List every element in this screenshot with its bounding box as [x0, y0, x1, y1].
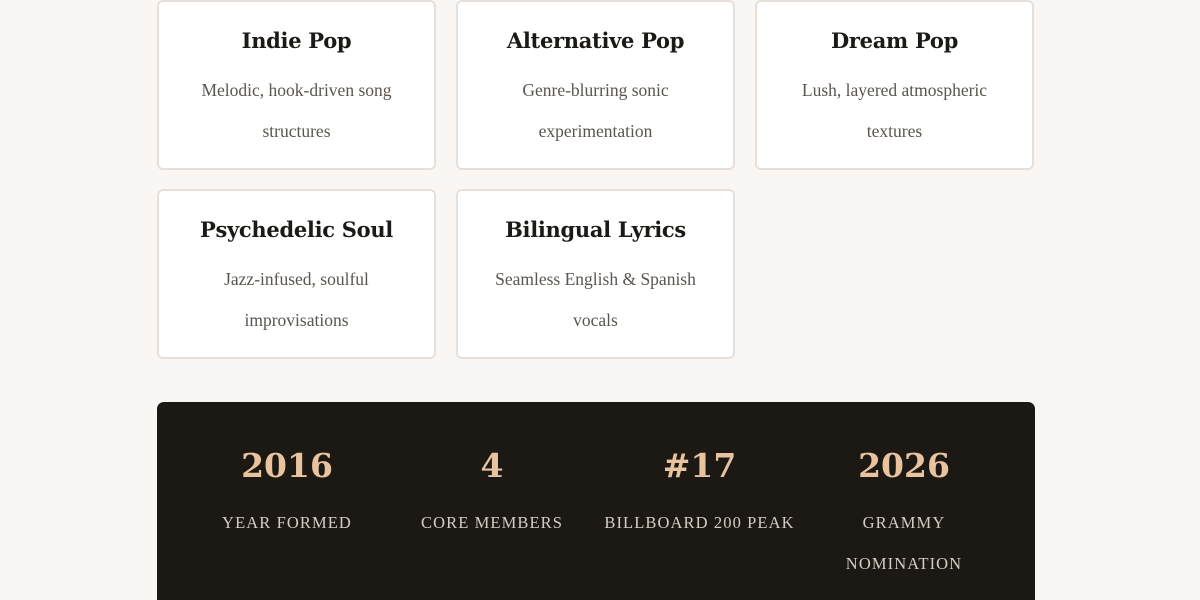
genre-card-title: Indie Pop [241, 28, 352, 53]
genre-card-bilingual-lyrics: Bilingual Lyrics Seamless English & Span… [456, 189, 735, 359]
genre-card-psychedelic-soul: Psychedelic Soul Jazz-infused, soulful i… [157, 189, 436, 359]
stats-panel: 2016 YEAR FORMED 4 CORE MEMBERS #17 BILL… [157, 402, 1035, 600]
genre-card-indie-pop: Indie Pop Melodic, hook-driven song stru… [157, 0, 436, 170]
stat-label: CORE MEMBERS [420, 513, 564, 532]
genre-card-title: Alternative Pop [506, 28, 685, 53]
genre-card-description: Melodic, hook-driven song structures [201, 80, 392, 141]
page: Indie Pop Melodic, hook-driven song stru… [0, 0, 1200, 600]
genre-card-alternative-pop: Alternative Pop Genre-blurring sonic exp… [456, 0, 735, 170]
stat-label: GRAMMY NOMINATION [845, 513, 963, 573]
stat-label: YEAR FORMED [222, 513, 352, 532]
genre-card-title: Dream Pop [831, 28, 958, 53]
stat-value: 2026 [858, 446, 950, 485]
genre-card-description: Genre-blurring sonic experimentation [522, 80, 669, 141]
genre-card-title: Bilingual Lyrics [505, 217, 686, 242]
stat-label: BILLBOARD 200 PEAK [604, 513, 795, 532]
genre-card-dream-pop: Dream Pop Lush, layered atmospheric text… [755, 0, 1034, 170]
stat-value: 4 [480, 446, 504, 485]
stat-value: 2016 [241, 446, 333, 485]
stat-value: #17 [662, 446, 737, 485]
genre-card-description: Lush, layered atmospheric textures [801, 80, 988, 141]
genre-card-description: Jazz-infused, soulful improvisations [224, 269, 369, 330]
genre-card-description: Seamless English & Spanish vocals [495, 269, 696, 330]
genre-card-title: Psychedelic Soul [200, 217, 393, 242]
